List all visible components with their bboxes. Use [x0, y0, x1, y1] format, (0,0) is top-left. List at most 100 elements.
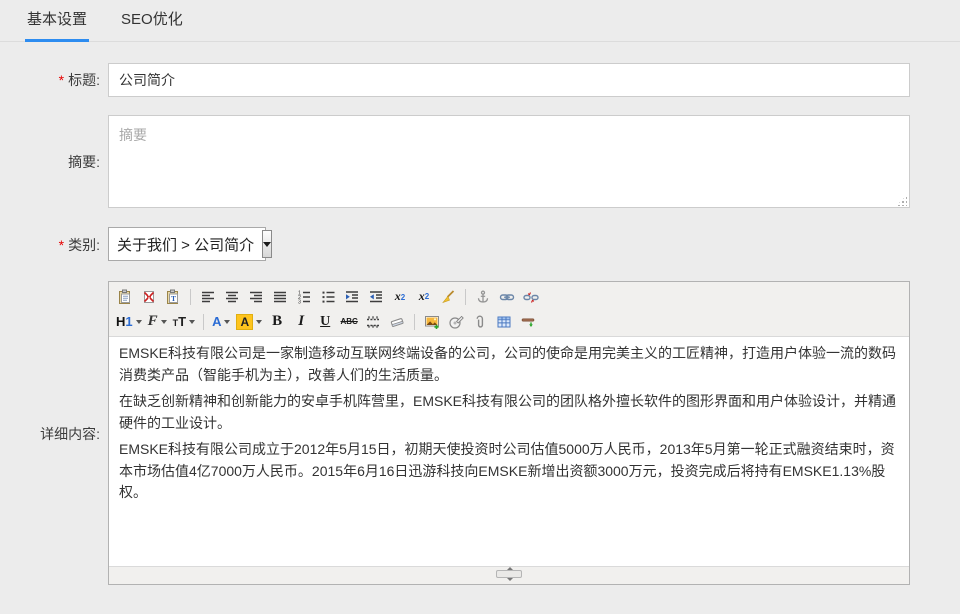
- editor-statusbar: [109, 566, 909, 584]
- superscript-button[interactable]: x2: [412, 289, 436, 305]
- paste-icon: [117, 289, 133, 305]
- align-justify-icon: [272, 289, 288, 305]
- editor-content[interactable]: EMSKE科技有限公司是一家制造移动互联网终端设备的公司，公司的使命是用完美主义…: [109, 337, 909, 566]
- italic-button[interactable]: I: [289, 311, 313, 333]
- align-left-icon: [200, 289, 216, 305]
- heading-select-icon: H1: [116, 314, 133, 329]
- link-button[interactable]: [495, 286, 519, 308]
- font-family-icon: F: [148, 313, 158, 330]
- highlight-color-button[interactable]: A: [233, 311, 265, 333]
- required-asterisk: *: [59, 237, 64, 253]
- table-button[interactable]: [492, 311, 516, 333]
- chevron-down-icon: [224, 320, 230, 327]
- highlight-color-icon: A: [236, 314, 253, 330]
- editor-resize-handle-icon[interactable]: [496, 570, 522, 578]
- align-right-button[interactable]: [244, 286, 268, 308]
- image-icon: [424, 314, 440, 330]
- outdent-button[interactable]: [364, 286, 388, 308]
- toolbar-row-1: T 123 x2 x2: [113, 284, 905, 309]
- heading-dropdown-button[interactable]: H1: [113, 311, 145, 333]
- rich-text-editor: T 123 x2 x2 H1 F: [108, 281, 910, 585]
- horizontal-rule-icon: [520, 314, 536, 330]
- paste-word-icon: T: [165, 289, 181, 305]
- anchor-button[interactable]: [471, 286, 495, 308]
- title-input[interactable]: [108, 63, 910, 97]
- format-brush-icon: [440, 289, 456, 305]
- paste-word-button[interactable]: T: [161, 286, 185, 308]
- unlink-button[interactable]: [519, 286, 543, 308]
- ordered-list-button[interactable]: 123: [292, 286, 316, 308]
- toolbar-row-2: H1 F TT A A B I U ABC: [113, 309, 905, 334]
- chevron-down-icon[interactable]: [262, 230, 272, 258]
- paste-plain-icon: [141, 289, 157, 305]
- tab-seo[interactable]: SEO优化: [119, 8, 185, 41]
- chevron-down-icon: [189, 320, 195, 327]
- summary-label: 摘要:: [0, 154, 100, 170]
- editor-paragraph: EMSKE科技有限公司是一家制造移动互联网终端设备的公司，公司的使命是用完美主义…: [119, 343, 899, 386]
- line-height-button[interactable]: [361, 311, 385, 333]
- table-icon: [496, 314, 512, 330]
- svg-text:3: 3: [298, 299, 301, 304]
- toolbar-separator: [414, 314, 415, 330]
- insert-image-button[interactable]: [420, 311, 444, 333]
- horizontal-rule-button[interactable]: [516, 311, 540, 333]
- line-height-icon: [365, 314, 381, 330]
- align-right-icon: [248, 289, 264, 305]
- svg-text:T: T: [171, 294, 176, 303]
- underline-button[interactable]: U: [313, 311, 337, 333]
- unlink-icon: [523, 289, 539, 305]
- outdent-icon: [368, 289, 384, 305]
- required-asterisk: *: [59, 72, 64, 88]
- toolbar-separator: [465, 289, 466, 305]
- align-center-icon: [224, 289, 240, 305]
- paste-plain-button[interactable]: [137, 286, 161, 308]
- indent-icon: [344, 289, 360, 305]
- attachment-icon: [472, 314, 488, 330]
- category-select[interactable]: 关于我们 > 公司简介: [108, 227, 266, 261]
- align-center-button[interactable]: [220, 286, 244, 308]
- font-size-icon: TT: [173, 313, 186, 331]
- media-button[interactable]: [444, 311, 468, 333]
- eraser-icon: [389, 314, 405, 330]
- unordered-list-icon: [320, 289, 336, 305]
- category-select-value: 关于我们 > 公司简介: [109, 234, 262, 255]
- format-brush-button[interactable]: [436, 286, 460, 308]
- font-family-dropdown-button[interactable]: F: [145, 311, 170, 333]
- strikethrough-button[interactable]: ABC: [337, 311, 361, 333]
- attachment-button[interactable]: [468, 311, 492, 333]
- eraser-button[interactable]: [385, 311, 409, 333]
- paste-button[interactable]: [113, 286, 137, 308]
- toolbar-separator: [190, 289, 191, 305]
- link-icon: [499, 289, 515, 305]
- unordered-list-button[interactable]: [316, 286, 340, 308]
- anchor-icon: [475, 289, 491, 305]
- content-label: 详细内容:: [0, 426, 100, 442]
- editor-toolbar: T 123 x2 x2 H1 F: [109, 282, 909, 337]
- chevron-down-icon: [136, 320, 142, 327]
- underline-icon: U: [320, 314, 330, 330]
- category-label: *类别:: [0, 237, 100, 253]
- media-icon: [448, 314, 464, 330]
- align-justify-button[interactable]: [268, 286, 292, 308]
- chevron-down-icon: [161, 320, 167, 327]
- subscript-button[interactable]: x2: [388, 289, 412, 305]
- bold-button[interactable]: B: [265, 311, 289, 333]
- editor-paragraph: EMSKE科技有限公司成立于2012年5月15日，初期天使投资时公司估值5000…: [119, 439, 899, 504]
- chevron-down-icon: [256, 320, 262, 327]
- font-size-dropdown-button[interactable]: TT: [170, 311, 198, 333]
- text-color-icon: A: [212, 314, 221, 329]
- toolbar-separator: [203, 314, 204, 330]
- italic-icon: I: [298, 313, 304, 330]
- tab-basic-settings[interactable]: 基本设置: [25, 8, 89, 41]
- align-left-button[interactable]: [196, 286, 220, 308]
- content-edit-page: 基本设置 SEO优化 *标题: 摘要: *类别: 关于我们 > 公司简介 详细内…: [0, 0, 960, 614]
- title-label: *标题:: [0, 72, 100, 88]
- bold-icon: B: [272, 313, 282, 330]
- strikethrough-icon: ABC: [340, 317, 357, 326]
- text-color-button[interactable]: A: [209, 311, 233, 333]
- ordered-list-icon: 123: [296, 289, 312, 305]
- indent-button[interactable]: [340, 286, 364, 308]
- editor-paragraph: 在缺乏创新精神和创新能力的安卓手机阵营里，EMSKE科技有限公司的团队格外擅长软…: [119, 391, 899, 434]
- summary-textarea[interactable]: [108, 115, 910, 208]
- tab-bar: 基本设置 SEO优化: [0, 0, 960, 42]
